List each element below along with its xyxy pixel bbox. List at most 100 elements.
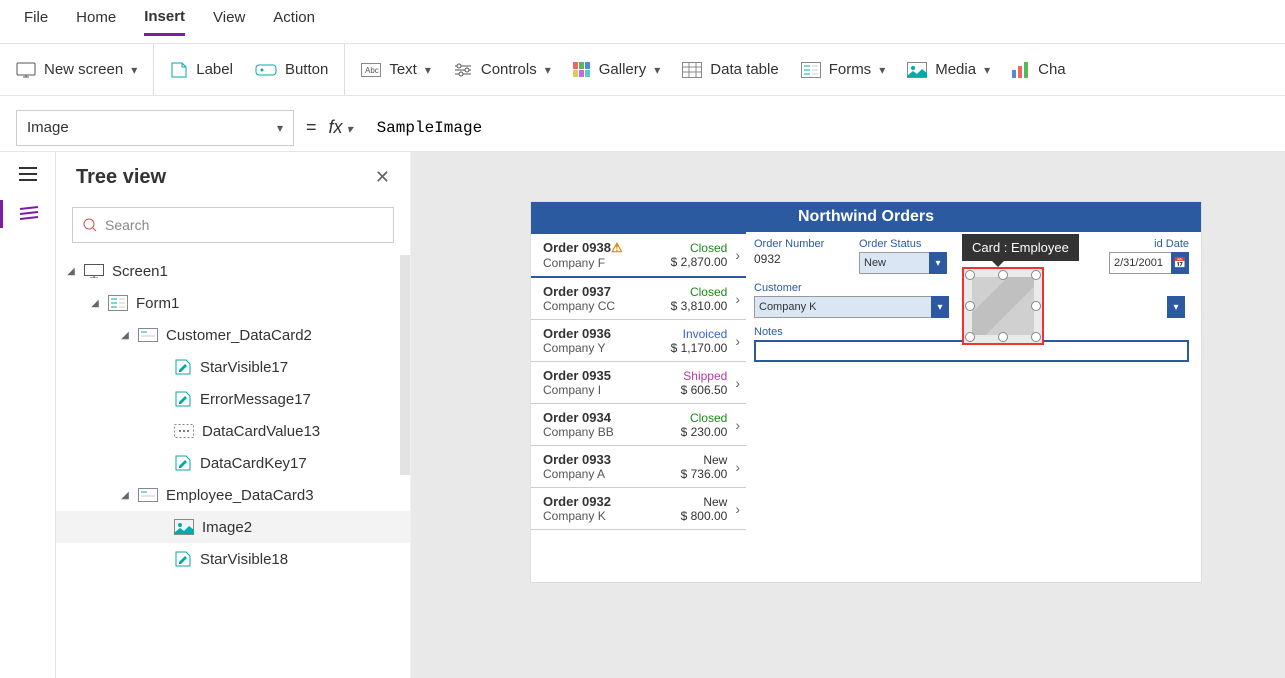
order-amount: $ 2,870.00	[671, 255, 728, 269]
caret-icon: ◢	[66, 266, 76, 277]
menu-view[interactable]: View	[213, 9, 245, 34]
tree-node-Customer_DataCard2[interactable]: ◢Customer_DataCard2	[56, 319, 410, 351]
screen-icon	[84, 264, 104, 278]
formula-bar: Image = fx	[0, 104, 1285, 152]
left-rail	[0, 152, 56, 678]
order-status: Closed	[681, 411, 728, 425]
property-label: Image	[27, 119, 69, 136]
hamburger-icon[interactable]	[14, 160, 42, 188]
tree-node-Image2[interactable]: Image2	[56, 511, 410, 543]
order-status: Closed	[671, 285, 728, 299]
equals-label: =	[306, 117, 317, 138]
menu-file[interactable]: File	[24, 9, 48, 34]
tree-node-StarVisible17[interactable]: StarVisible17	[56, 351, 410, 383]
order-detail: Order Number 0932 Order Status New▾ id D…	[746, 232, 1201, 580]
paid-date-label: id Date	[1109, 238, 1189, 250]
fx-label: fx	[329, 117, 343, 138]
fx-button[interactable]: fx	[329, 117, 353, 138]
tree: ◢Screen1◢Form1◢Customer_DataCard2StarVis…	[56, 255, 410, 678]
controls-label: Controls	[481, 61, 537, 78]
label-icon	[170, 61, 188, 79]
pen-icon	[174, 550, 192, 568]
selection-handles[interactable]	[970, 275, 1036, 337]
order-amount: $ 230.00	[681, 425, 728, 439]
property-dropdown[interactable]: Image	[16, 110, 294, 146]
order-row[interactable]: Order 0938⚠Company FClosed$ 2,870.00›	[531, 232, 746, 278]
tree-node-DataCardKey17[interactable]: DataCardKey17	[56, 447, 410, 479]
order-row[interactable]: Order 0937Company CCClosed$ 3,810.00›	[531, 278, 746, 320]
order-company: Company BB	[543, 425, 675, 439]
label-button[interactable]: Label	[170, 61, 233, 79]
gallery-button[interactable]: Gallery	[573, 61, 661, 78]
canvas[interactable]: Northwind Orders Order 0938⚠Company FClo…	[411, 152, 1285, 678]
employee-card-selected[interactable]	[962, 267, 1044, 345]
order-number: Order 0937	[543, 284, 665, 299]
data-table-button[interactable]: Data table	[682, 61, 778, 78]
order-status-dropdown[interactable]: New▾	[859, 252, 947, 274]
order-number: Order 0933	[543, 452, 675, 467]
menu-insert[interactable]: Insert	[144, 8, 185, 36]
media-label: Media	[935, 61, 976, 78]
order-status-value: New	[864, 257, 886, 269]
order-row[interactable]: Order 0933Company ANew$ 736.00›	[531, 446, 746, 488]
card-tooltip: Card : Employee	[962, 234, 1079, 261]
text-button[interactable]: Abc Text	[361, 61, 431, 78]
tree-node-StarVisible18[interactable]: StarVisible18	[56, 543, 410, 575]
button-button[interactable]: Button	[255, 61, 328, 78]
ribbon: New screen Label Button Abc Text Control…	[0, 44, 1285, 96]
tree-node-ErrorMessage17[interactable]: ErrorMessage17	[56, 383, 410, 415]
order-company: Company CC	[543, 299, 665, 313]
chevron-down-icon	[545, 61, 551, 78]
tree-node-label: DataCardValue13	[202, 423, 320, 440]
order-status: New	[681, 495, 728, 509]
chevron-down-icon: ▾	[931, 296, 949, 318]
formula-input[interactable]	[365, 110, 1269, 146]
order-number-label: Order Number	[754, 238, 849, 250]
forms-button[interactable]: Forms	[801, 61, 886, 78]
search-input[interactable]: Search	[72, 207, 394, 243]
new-screen-button[interactable]: New screen	[16, 61, 137, 78]
order-status: Closed	[671, 241, 728, 255]
pen-icon	[174, 358, 192, 376]
tree-node-Screen1[interactable]: ◢Screen1	[56, 255, 410, 287]
pen-icon	[174, 454, 192, 472]
tree-node-Form1[interactable]: ◢Form1	[56, 287, 410, 319]
app-title: Northwind Orders	[531, 202, 1201, 232]
controls-button[interactable]: Controls	[453, 61, 551, 78]
chevron-down-icon	[879, 61, 885, 78]
tree-node-label: ErrorMessage17	[200, 391, 311, 408]
new-screen-label: New screen	[44, 61, 123, 78]
order-status: Invoiced	[671, 327, 728, 341]
order-amount: $ 800.00	[681, 509, 728, 523]
tree-node-label: StarVisible18	[200, 551, 288, 568]
chevron-right-icon: ›	[733, 333, 742, 349]
media-button[interactable]: Media	[907, 61, 990, 78]
customer-dropdown[interactable]: Company K▾	[754, 296, 949, 318]
order-row[interactable]: Order 0934Company BBClosed$ 230.00›	[531, 404, 746, 446]
tree-node-Employee_DataCard3[interactable]: ◢Employee_DataCard3	[56, 479, 410, 511]
charts-button[interactable]: Cha	[1012, 61, 1066, 78]
order-row[interactable]: Order 0932Company KNew$ 800.00›	[531, 488, 746, 530]
close-icon[interactable]: ✕	[375, 167, 390, 188]
order-company: Company I	[543, 383, 675, 397]
controls-icon	[453, 62, 473, 78]
tree-node-label: Form1	[136, 295, 179, 312]
order-number: Order 0935	[543, 368, 675, 383]
menu-home[interactable]: Home	[76, 9, 116, 34]
order-row[interactable]: Order 0936Company YInvoiced$ 1,170.00›	[531, 320, 746, 362]
scrollbar[interactable]	[400, 255, 410, 475]
order-list: Order 0938⚠Company FClosed$ 2,870.00› Ord…	[531, 232, 746, 580]
employee-dropdown-trigger[interactable]: ▾	[1167, 296, 1189, 318]
order-amount: $ 736.00	[681, 467, 728, 481]
form-icon	[108, 295, 128, 311]
tree-node-DataCardValue13[interactable]: DataCardValue13	[56, 415, 410, 447]
card-icon	[138, 488, 158, 502]
image-icon	[174, 519, 194, 535]
menu-action[interactable]: Action	[273, 9, 315, 34]
tree-node-label: DataCardKey17	[200, 455, 307, 472]
order-row[interactable]: Order 0935Company IShipped$ 606.50›	[531, 362, 746, 404]
insert-button-label: Button	[285, 61, 328, 78]
paid-date-input[interactable]: 2/31/2001📅	[1109, 252, 1189, 274]
tree-view-button[interactable]	[0, 200, 56, 228]
charts-label: Cha	[1038, 61, 1066, 78]
